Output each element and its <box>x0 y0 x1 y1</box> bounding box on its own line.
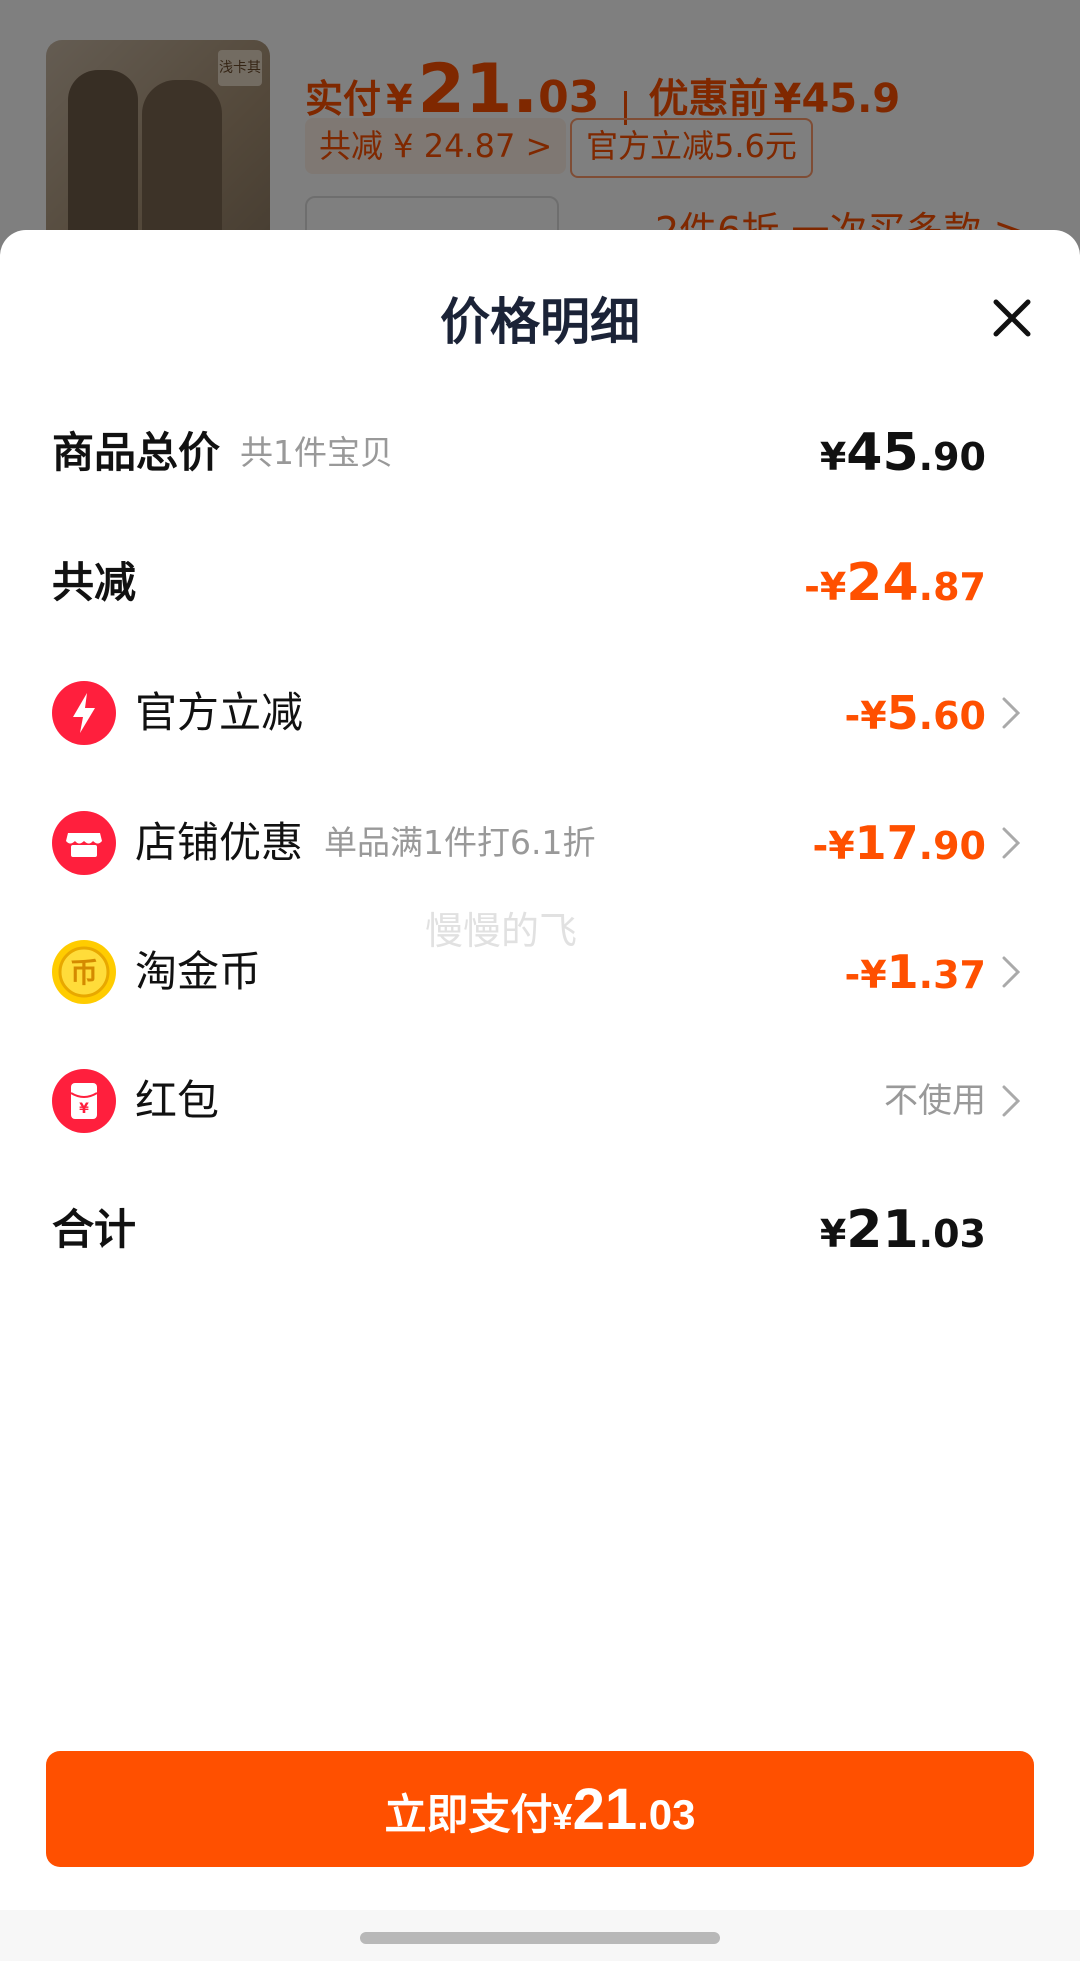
store-discount-rule: 单品满1件打6.1折 <box>324 823 596 862</box>
row-store-discount[interactable]: 店铺优惠 单品满1件打6.1折 -¥17.90 <box>52 803 1032 883</box>
price-detail-sheet: 价格明细 商品总价 共1件宝贝 ¥45.90 共减 -¥24.87 官方立减 -… <box>0 230 1080 1961</box>
dim-overlay[interactable] <box>0 0 1080 260</box>
store-discount-value: -¥17.90 <box>812 816 986 870</box>
official-discount-label: 官方立减 <box>135 688 304 737</box>
home-indicator[interactable] <box>360 1932 720 1944</box>
taojinbi-value: -¥1.37 <box>844 945 986 999</box>
reduction-value: -¥24.87 <box>804 553 986 613</box>
item-count: 共1件宝贝 <box>240 433 393 472</box>
total-price-label: 商品总价 <box>52 428 221 477</box>
sum-value: ¥21.03 <box>819 1200 986 1260</box>
reduction-label: 共减 <box>52 558 137 607</box>
chevron-right-icon <box>1000 823 1024 863</box>
red-packet-value: 不使用 <box>884 1081 986 1121</box>
row-total-reduction: 共减 -¥24.87 <box>52 543 1032 623</box>
red-packet-icon: ¥ <box>52 1069 116 1133</box>
chevron-right-icon <box>1000 693 1024 733</box>
chevron-right-icon <box>1000 1081 1024 1121</box>
chevron-right-icon <box>1000 952 1024 992</box>
close-icon[interactable] <box>984 290 1040 346</box>
red-packet-label: 红包 <box>135 1076 220 1125</box>
svg-text:¥: ¥ <box>79 1101 89 1117</box>
sum-label: 合计 <box>52 1205 137 1254</box>
coin-icon: 币 <box>52 940 116 1004</box>
sheet-title: 价格明细 <box>440 293 640 351</box>
store-discount-label: 店铺优惠 <box>135 818 304 867</box>
row-total-price: 商品总价 共1件宝贝 ¥45.90 <box>52 413 1032 493</box>
row-official-discount[interactable]: 官方立减 -¥5.60 <box>52 673 1032 753</box>
pay-now-button[interactable]: 立即支付¥21.03 <box>46 1751 1034 1867</box>
official-discount-value: -¥5.60 <box>844 686 986 740</box>
svg-text:币: 币 <box>70 956 98 989</box>
taojinbi-label: 淘金币 <box>135 947 262 996</box>
row-red-packet[interactable]: ¥ 红包 不使用 <box>52 1061 1032 1141</box>
watermark: 慢慢的飞 <box>425 909 578 953</box>
store-icon <box>52 811 116 875</box>
total-price-value: ¥45.90 <box>819 423 986 483</box>
lightning-icon <box>52 681 116 745</box>
row-sum: 合计 ¥21.03 <box>52 1190 1032 1270</box>
